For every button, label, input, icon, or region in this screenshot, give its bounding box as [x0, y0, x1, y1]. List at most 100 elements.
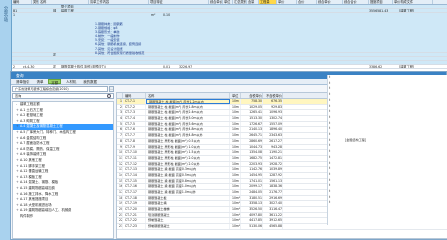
- list-cell-name: 钢筋混凝土 梁 截面 高度1.0m以内: [146, 184, 230, 189]
- list-cell-p1: 2099.17: [241, 184, 263, 189]
- tree-item-label: A.19 建筑物超高增加人工、机械费: [20, 208, 72, 213]
- tab-1[interactable]: 清单: [35, 79, 46, 84]
- list-cell-p2: 3611.22: [263, 212, 283, 218]
- tab-2[interactable]: 定额: [48, 79, 62, 85]
- list-cell-p1: 1265.41: [241, 110, 263, 116]
- list-cell-unit: 10m³: [232, 224, 241, 229]
- list-cell-p1: 1741.01: [241, 178, 263, 184]
- list-cell-p1: 2484.05: [241, 190, 263, 195]
- list-cell-name: 预制钢筋混凝土: [146, 224, 230, 229]
- list-cell-p2: 1039.89: [263, 167, 283, 172]
- tree-item-label: A.7 屋面及防水工程: [20, 141, 50, 146]
- sidebar-label: 分部分项: [4, 6, 9, 22]
- list-cell-code: CT-7-21: [123, 212, 146, 218]
- list-cell-name: 钢筋混凝土 柱 截面(m²) 周长4.8m以外: [146, 133, 230, 138]
- list-cell-unit: 10m: [230, 155, 241, 161]
- list-cell-code: CT-7-18: [123, 195, 146, 201]
- tab-3[interactable]: 人材机: [64, 79, 78, 84]
- search-icon[interactable]: [107, 94, 111, 98]
- list-header-cell[interactable]: 单位: [230, 93, 241, 98]
- side-unit-column: ttttttttttttttttttttttt: [327, 75, 343, 225]
- list-cell-p2: 3912.65: [263, 218, 283, 224]
- header-cell[interactable]: 汇总类别: [233, 0, 247, 4]
- header-cell[interactable]: 名称: [39, 0, 89, 4]
- list-cell-name: 钢筋混凝土 柱 截面(m²) 周长1.8m以内: [146, 104, 230, 110]
- cell-price: [178, 5, 198, 8]
- tree-item-label: A.6 金属结构工程: [20, 135, 47, 140]
- list-cell-unit: 10m³: [232, 201, 241, 207]
- cell-type: [52, 13, 60, 52]
- header-cell[interactable]: 单价构成文件: [393, 0, 433, 4]
- tab-4[interactable]: 我的数据: [81, 79, 99, 84]
- cell-code: [22, 9, 52, 12]
- list-cell-name: 钢筋混凝土 梁 截面 高度0.5m以内: [146, 172, 230, 178]
- list-header-cell[interactable]: 名称: [146, 93, 230, 98]
- cell-amount: [198, 13, 218, 52]
- list-cell-unit: 10m: [230, 161, 241, 167]
- list-header-cell[interactable]: 含税单价: [241, 93, 263, 98]
- list-cell-p1: 2140.13: [241, 127, 263, 133]
- header-cell[interactable]: 清单工作内容: [89, 0, 149, 4]
- table-row[interactable]: 1 m² 0.10: [12, 13, 447, 53]
- list-cell-name: 预制混凝土: [146, 218, 230, 224]
- header-cell[interactable]: 工程量: [259, 0, 277, 4]
- cell-amount: [198, 61, 218, 64]
- header-cell[interactable]: 单位: [223, 0, 233, 4]
- cell-name: 整个项目: [61, 5, 74, 8]
- list-cell-unit: 10m: [230, 121, 241, 127]
- list-cell-p1: 4097.80: [241, 212, 263, 218]
- cell-name: 建筑工程: [61, 9, 74, 12]
- list-cell-name: 钢筋混凝土 柱 截面(m²) 周长2.4m以内: [146, 110, 230, 116]
- header-cell[interactable]: 综合单价: [209, 0, 223, 4]
- list-cell-p2: 1557.09: [263, 121, 283, 127]
- tree-item-label: A.4 混凝土及钢筋混凝土工程: [20, 124, 63, 129]
- tree-item[interactable]: 构件制作: [13, 214, 113, 220]
- list-cell-code: CT-7-15: [123, 178, 146, 184]
- list-cell-code: CT-7-12: [123, 161, 146, 167]
- list-cell-p1: 2645.71: [241, 133, 263, 138]
- quota-tree: - 建筑工程定额 +A.1 土石方工程 +A.2 桩基础工程 +A.3 砌筑工程 +A.4…: [12, 101, 114, 239]
- library-browse-button[interactable]: ...: [109, 86, 114, 92]
- list-cell-unit: 10m: [230, 144, 241, 150]
- library-select[interactable]: 广东省建筑与装饰工程综合定额(2010): [12, 86, 108, 92]
- header-cell[interactable]: 含量: [247, 0, 259, 4]
- cell-file: [398, 13, 438, 52]
- list-cell-p2: 1896.40: [263, 127, 283, 133]
- search-input[interactable]: 查询: [12, 93, 114, 99]
- header-cell[interactable]: 类别: [32, 0, 39, 4]
- cell-cost: [368, 13, 398, 52]
- list-cell-p1: 2860.69: [241, 138, 263, 144]
- header-cell[interactable]: 单价: [277, 0, 297, 4]
- cell-cost: 3386.62: [369, 65, 383, 68]
- tab-0[interactable]: 清单指引: [14, 79, 32, 84]
- cell-qty: [162, 57, 178, 60]
- cell-no: 2: [13, 65, 16, 68]
- cell-unit: m²: [151, 13, 156, 17]
- tree-item-label: A.3 砌筑工程: [20, 118, 40, 123]
- list-cell-code: CT-7-16: [123, 184, 146, 189]
- list-cell-name: 钢筋混凝土 梁 截面 高度0.3m以内: [146, 167, 230, 172]
- header-cell[interactable]: 编码: [12, 0, 32, 4]
- header-cell[interactable]: 项目特征: [149, 0, 209, 4]
- header-cell[interactable]: 综合单价: [317, 0, 343, 4]
- list-cell-p1: 1726.67: [241, 121, 263, 127]
- list-cell-p1: 3358.13: [241, 201, 263, 207]
- list-cell-name: 钢筋混凝土板: [146, 195, 230, 201]
- list-header-cell[interactable]: 不含税单价: [263, 93, 283, 98]
- header-cell[interactable]: 综合合价: [343, 0, 369, 4]
- cell-no: [12, 57, 22, 60]
- list-cell-p2: 2343.63: [263, 133, 283, 138]
- list-cell-unit: 10m: [230, 167, 241, 172]
- header-cell[interactable]: 合价: [297, 0, 317, 4]
- cell-amount: [198, 5, 218, 8]
- cell-unit: [150, 5, 162, 8]
- list-cell-p1: 1142.76: [241, 167, 263, 172]
- cell-name: [60, 61, 150, 64]
- cell-type: 定: [53, 65, 57, 68]
- list-cell-name: 钢筋混凝土楼梯: [146, 207, 230, 212]
- list-header-cell[interactable]: 编码: [123, 93, 146, 98]
- list-cell-p2: 943.28: [263, 144, 283, 150]
- header-cell[interactable]: 措施项目: [369, 0, 393, 4]
- tree-item-label: 建筑工程定额: [20, 102, 40, 106]
- list-cell-name: 钢筋混凝土 异形柱 截面(m²) 1.5以内: [146, 150, 230, 155]
